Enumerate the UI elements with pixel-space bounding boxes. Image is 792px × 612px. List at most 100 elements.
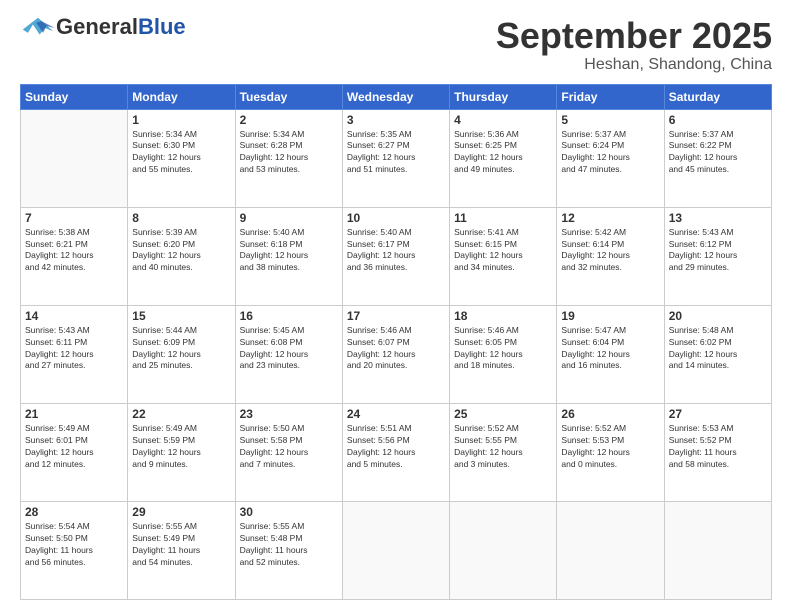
- day-number: 9: [240, 211, 338, 225]
- day-number: 18: [454, 309, 552, 323]
- day-number: 28: [25, 505, 123, 519]
- calendar-week-row: 1 Sunrise: 5:34 AMSunset: 6:30 PMDaylight…: [21, 109, 772, 207]
- day-number: 3: [347, 113, 445, 127]
- day-info: Sunrise: 5:51 AMSunset: 5:56 PMDaylight:…: [347, 423, 445, 471]
- day-number: 1: [132, 113, 230, 127]
- calendar-week-row: 7 Sunrise: 5:38 AMSunset: 6:21 PMDaylight…: [21, 207, 772, 305]
- day-info: Sunrise: 5:46 AMSunset: 6:05 PMDaylight:…: [454, 325, 552, 373]
- calendar-cell: 6 Sunrise: 5:37 AMSunset: 6:22 PMDaylight…: [664, 109, 771, 207]
- day-info: Sunrise: 5:40 AMSunset: 6:17 PMDaylight:…: [347, 227, 445, 275]
- weekday-header: Sunday: [21, 84, 128, 109]
- day-info: Sunrise: 5:40 AMSunset: 6:18 PMDaylight:…: [240, 227, 338, 275]
- day-info: Sunrise: 5:37 AMSunset: 6:22 PMDaylight:…: [669, 129, 767, 177]
- calendar-cell: 25 Sunrise: 5:52 AMSunset: 5:55 PMDayligh…: [450, 403, 557, 501]
- day-info: Sunrise: 5:42 AMSunset: 6:14 PMDaylight:…: [561, 227, 659, 275]
- day-info: Sunrise: 5:43 AMSunset: 6:11 PMDaylight:…: [25, 325, 123, 373]
- day-info: Sunrise: 5:55 AMSunset: 5:49 PMDaylight:…: [132, 521, 230, 569]
- day-number: 30: [240, 505, 338, 519]
- day-info: Sunrise: 5:44 AMSunset: 6:09 PMDaylight:…: [132, 325, 230, 373]
- calendar-cell: 23 Sunrise: 5:50 AMSunset: 5:58 PMDayligh…: [235, 403, 342, 501]
- day-info: Sunrise: 5:49 AMSunset: 5:59 PMDaylight:…: [132, 423, 230, 471]
- calendar-cell: 18 Sunrise: 5:46 AMSunset: 6:05 PMDayligh…: [450, 305, 557, 403]
- day-number: 10: [347, 211, 445, 225]
- day-info: Sunrise: 5:45 AMSunset: 6:08 PMDaylight:…: [240, 325, 338, 373]
- calendar-cell: 19Sunrise: 5:47 AMSunset: 6:04 PMDayligh…: [557, 305, 664, 403]
- page: GeneralBlue September 2025 Heshan, Shand…: [0, 0, 792, 612]
- day-number: 23: [240, 407, 338, 421]
- day-info: Sunrise: 5:36 AMSunset: 6:25 PMDaylight:…: [454, 129, 552, 177]
- calendar-cell: 12 Sunrise: 5:42 AMSunset: 6:14 PMDayligh…: [557, 207, 664, 305]
- calendar-cell: [342, 501, 449, 599]
- weekday-header: Thursday: [450, 84, 557, 109]
- calendar-cell: 7 Sunrise: 5:38 AMSunset: 6:21 PMDaylight…: [21, 207, 128, 305]
- location-title: Heshan, Shandong, China: [496, 56, 772, 74]
- day-number: 6: [669, 113, 767, 127]
- day-info: Sunrise: 5:34 AMSunset: 6:30 PMDaylight:…: [132, 129, 230, 177]
- title-area: September 2025 Heshan, Shandong, China: [496, 16, 772, 74]
- weekday-header-row: SundayMondayTuesdayWednesdayThursdayFrid…: [21, 84, 772, 109]
- calendar-cell: 21Sunrise: 5:49 AMSunset: 6:01 PMDayligh…: [21, 403, 128, 501]
- calendar-cell: 8Sunrise: 5:39 AMSunset: 6:20 PMDaylight…: [128, 207, 235, 305]
- calendar-cell: 17 Sunrise: 5:46 AMSunset: 6:07 PMDayligh…: [342, 305, 449, 403]
- calendar-cell: [664, 501, 771, 599]
- day-info: Sunrise: 5:34 AMSunset: 6:28 PMDaylight:…: [240, 129, 338, 177]
- logo-general: General: [56, 14, 138, 39]
- day-number: 29: [132, 505, 230, 519]
- calendar-cell: 14 Sunrise: 5:43 AMSunset: 6:11 PMDayligh…: [21, 305, 128, 403]
- calendar-table: SundayMondayTuesdayWednesdayThursdayFrid…: [20, 84, 772, 600]
- day-info: Sunrise: 5:50 AMSunset: 5:58 PMDaylight:…: [240, 423, 338, 471]
- calendar-cell: 4 Sunrise: 5:36 AMSunset: 6:25 PMDaylight…: [450, 109, 557, 207]
- calendar-week-row: 14 Sunrise: 5:43 AMSunset: 6:11 PMDayligh…: [21, 305, 772, 403]
- day-number: 17: [347, 309, 445, 323]
- day-info: Sunrise: 5:48 AMSunset: 6:02 PMDaylight:…: [669, 325, 767, 373]
- logo: GeneralBlue: [56, 16, 186, 38]
- calendar-cell: [21, 109, 128, 207]
- logo-area: GeneralBlue: [20, 16, 186, 38]
- day-number: 8: [132, 211, 230, 225]
- day-number: 4: [454, 113, 552, 127]
- day-number: 2: [240, 113, 338, 127]
- logo-blue: Blue: [138, 14, 186, 39]
- calendar-cell: 20 Sunrise: 5:48 AMSunset: 6:02 PMDayligh…: [664, 305, 771, 403]
- day-number: 15: [132, 309, 230, 323]
- day-info: Sunrise: 5:55 AMSunset: 5:48 PMDaylight:…: [240, 521, 338, 569]
- day-info: Sunrise: 5:46 AMSunset: 6:07 PMDaylight:…: [347, 325, 445, 373]
- calendar-cell: [450, 501, 557, 599]
- day-number: 7: [25, 211, 123, 225]
- day-info: Sunrise: 5:53 AMSunset: 5:52 PMDaylight:…: [669, 423, 767, 471]
- header: GeneralBlue September 2025 Heshan, Shand…: [20, 16, 772, 74]
- weekday-header: Friday: [557, 84, 664, 109]
- calendar-cell: 1 Sunrise: 5:34 AMSunset: 6:30 PMDaylight…: [128, 109, 235, 207]
- day-number: 12: [561, 211, 659, 225]
- calendar-cell: 11Sunrise: 5:41 AMSunset: 6:15 PMDayligh…: [450, 207, 557, 305]
- day-number: 5: [561, 113, 659, 127]
- day-info: Sunrise: 5:35 AMSunset: 6:27 PMDaylight:…: [347, 129, 445, 177]
- day-info: Sunrise: 5:47 AMSunset: 6:04 PMDaylight:…: [561, 325, 659, 373]
- day-number: 14: [25, 309, 123, 323]
- calendar-cell: 29 Sunrise: 5:55 AMSunset: 5:49 PMDayligh…: [128, 501, 235, 599]
- day-number: 22: [132, 407, 230, 421]
- day-number: 24: [347, 407, 445, 421]
- day-info: Sunrise: 5:54 AMSunset: 5:50 PMDaylight:…: [25, 521, 123, 569]
- calendar-cell: 27Sunrise: 5:53 AMSunset: 5:52 PMDayligh…: [664, 403, 771, 501]
- day-info: Sunrise: 5:38 AMSunset: 6:21 PMDaylight:…: [25, 227, 123, 275]
- weekday-header: Tuesday: [235, 84, 342, 109]
- calendar-week-row: 28 Sunrise: 5:54 AMSunset: 5:50 PMDayligh…: [21, 501, 772, 599]
- calendar-cell: 24 Sunrise: 5:51 AMSunset: 5:56 PMDayligh…: [342, 403, 449, 501]
- calendar-cell: 3 Sunrise: 5:35 AMSunset: 6:27 PMDaylight…: [342, 109, 449, 207]
- day-info: Sunrise: 5:52 AMSunset: 5:55 PMDaylight:…: [454, 423, 552, 471]
- calendar-cell: 9 Sunrise: 5:40 AMSunset: 6:18 PMDaylight…: [235, 207, 342, 305]
- calendar-cell: 28 Sunrise: 5:54 AMSunset: 5:50 PMDayligh…: [21, 501, 128, 599]
- day-number: 26: [561, 407, 659, 421]
- calendar-cell: 2 Sunrise: 5:34 AMSunset: 6:28 PMDaylight…: [235, 109, 342, 207]
- day-number: 20: [669, 309, 767, 323]
- day-number: 13: [669, 211, 767, 225]
- weekday-header: Wednesday: [342, 84, 449, 109]
- calendar-cell: 13Sunrise: 5:43 AMSunset: 6:12 PMDayligh…: [664, 207, 771, 305]
- calendar-week-row: 21Sunrise: 5:49 AMSunset: 6:01 PMDayligh…: [21, 403, 772, 501]
- day-number: 25: [454, 407, 552, 421]
- calendar-cell: 16Sunrise: 5:45 AMSunset: 6:08 PMDayligh…: [235, 305, 342, 403]
- weekday-header: Saturday: [664, 84, 771, 109]
- calendar-cell: 10 Sunrise: 5:40 AMSunset: 6:17 PMDayligh…: [342, 207, 449, 305]
- logo-icon: [20, 16, 56, 38]
